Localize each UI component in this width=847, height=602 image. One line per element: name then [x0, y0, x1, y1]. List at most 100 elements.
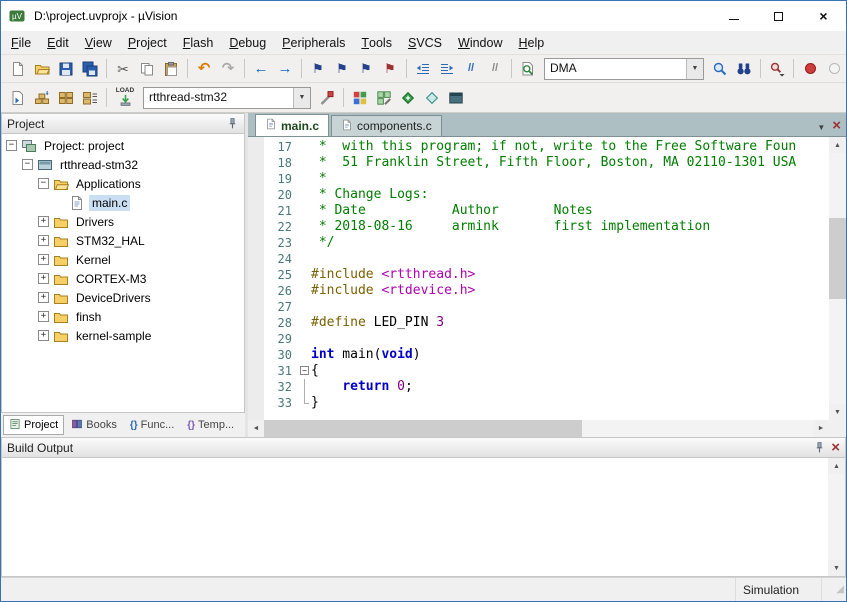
bookmark-clear-icon[interactable]: ⚑: [378, 57, 402, 81]
tree-item-kernel[interactable]: +Kernel: [2, 250, 244, 269]
manage-items-icon[interactable]: [348, 86, 372, 110]
menu-svcs[interactable]: SVCS: [400, 31, 450, 54]
menu-tools[interactable]: Tools: [353, 31, 400, 54]
bookmark-icon[interactable]: ⚑: [306, 57, 330, 81]
scroll-left-arrow[interactable]: ◄: [248, 420, 264, 437]
menu-flash[interactable]: Flash: [175, 31, 222, 54]
redo-icon[interactable]: ↷: [216, 57, 240, 81]
search-combo-dropdown-button[interactable]: ▼: [686, 59, 703, 79]
rebuild-icon[interactable]: [54, 86, 78, 110]
collapse-icon[interactable]: −: [6, 140, 17, 151]
menu-file[interactable]: File: [3, 31, 39, 54]
manage-rte-icon[interactable]: [396, 86, 420, 110]
options-target-icon[interactable]: [315, 86, 339, 110]
tab-main-c[interactable]: main.c: [255, 114, 329, 136]
code-editor[interactable]: 17 * with this program; if not, write to…: [248, 137, 829, 420]
scroll-down-arrow[interactable]: ▼: [829, 404, 846, 420]
translate-icon[interactable]: [6, 86, 30, 110]
chevron-down-icon[interactable]: ▼: [817, 117, 825, 135]
tree-item-devicedrivers[interactable]: +DeviceDrivers: [2, 288, 244, 307]
editor-horizontal-scrollbar[interactable]: ◄ ►: [248, 420, 829, 437]
vertical-scroll-thumb[interactable]: [829, 218, 846, 298]
expand-icon[interactable]: +: [38, 311, 49, 322]
menu-project[interactable]: Project: [120, 31, 175, 54]
build-icon[interactable]: [30, 86, 54, 110]
pin-icon[interactable]: [813, 441, 826, 454]
indent-icon[interactable]: [435, 57, 459, 81]
panel-tab-books[interactable]: Books: [65, 415, 123, 435]
bookmark-prev-icon[interactable]: ⚑: [330, 57, 354, 81]
maximize-button[interactable]: [756, 1, 801, 31]
cut-icon[interactable]: ✂: [111, 57, 135, 81]
horizontal-scroll-track[interactable]: [264, 420, 813, 437]
open-file-icon[interactable]: [30, 57, 54, 81]
collapse-icon[interactable]: −: [22, 159, 33, 170]
scroll-up-arrow[interactable]: ▲: [828, 458, 845, 474]
tree-item-finsh[interactable]: +finsh: [2, 307, 244, 326]
tab-components-c[interactable]: components.c: [331, 115, 442, 136]
target-combo-dropdown-button[interactable]: ▼: [293, 88, 310, 108]
editor-close-icon[interactable]: ×: [832, 117, 841, 135]
menu-peripherals[interactable]: Peripherals: [274, 31, 353, 54]
menu-edit[interactable]: Edit: [39, 31, 77, 54]
expand-icon[interactable]: +: [38, 273, 49, 284]
expand-icon[interactable]: +: [38, 235, 49, 246]
tree-item-project-project[interactable]: −Project: project: [2, 136, 244, 155]
comment-icon[interactable]: //: [459, 57, 483, 81]
build-output-scroll-track[interactable]: [828, 474, 845, 560]
menu-window[interactable]: Window: [450, 31, 510, 54]
editor-vertical-scrollbar[interactable]: ▲ ▼: [829, 137, 846, 420]
scroll-up-arrow[interactable]: ▲: [829, 137, 846, 153]
save-all-icon[interactable]: [78, 57, 102, 81]
bookmark-next-icon[interactable]: ⚑: [354, 57, 378, 81]
menu-view[interactable]: View: [77, 31, 120, 54]
expand-icon[interactable]: +: [38, 254, 49, 265]
resize-grip[interactable]: ◢: [822, 578, 846, 601]
fold-margin[interactable]: −: [298, 363, 311, 379]
find-icon[interactable]: [732, 57, 756, 81]
menu-help[interactable]: Help: [511, 31, 553, 54]
panel-tab-func[interactable]: {}Func...: [124, 415, 180, 435]
save-icon[interactable]: [54, 57, 78, 81]
expand-icon[interactable]: +: [38, 292, 49, 303]
target-combo[interactable]: rtthread-stm32▼: [143, 87, 311, 109]
close-button[interactable]: ×: [801, 1, 846, 31]
menu-debug[interactable]: Debug: [221, 31, 274, 54]
tree-item-main-c[interactable]: main.c: [2, 193, 244, 212]
tree-item-applications[interactable]: −Applications: [2, 174, 244, 193]
find-next-icon[interactable]: [708, 57, 732, 81]
tree-item-stm32-hal[interactable]: +STM32_HAL: [2, 231, 244, 250]
pin-icon[interactable]: [226, 117, 239, 130]
file-extensions-icon[interactable]: [372, 86, 396, 110]
tree-item-cortex-m3[interactable]: +CORTEX-M3: [2, 269, 244, 288]
breakpoint-icon[interactable]: [798, 57, 822, 81]
unindent-icon[interactable]: [411, 57, 435, 81]
panel-tab-project[interactable]: Project: [3, 415, 64, 435]
vertical-scroll-track[interactable]: [829, 153, 846, 404]
nav-forward-icon[interactable]: →: [273, 57, 297, 81]
undo-icon[interactable]: ↶: [192, 57, 216, 81]
build-output-content[interactable]: [2, 458, 828, 576]
load-icon[interactable]: LOAD: [111, 86, 139, 110]
expand-icon[interactable]: +: [38, 216, 49, 227]
pack-installer-icon[interactable]: [420, 86, 444, 110]
horizontal-scroll-thumb[interactable]: [264, 420, 582, 437]
collapse-icon[interactable]: −: [38, 178, 49, 189]
find-in-files-icon[interactable]: [516, 57, 540, 81]
panel-tab-temp[interactable]: {}Temp...: [181, 415, 240, 435]
minimize-button[interactable]: [711, 1, 756, 31]
tree-item-rtthread-stm32[interactable]: −rtthread-stm32: [2, 155, 244, 174]
copy-icon[interactable]: [135, 57, 159, 81]
expand-icon[interactable]: +: [38, 330, 49, 341]
uncomment-icon[interactable]: //: [483, 57, 507, 81]
breakpoint-disabled-icon[interactable]: [822, 57, 846, 81]
nav-back-icon[interactable]: ←: [249, 57, 273, 81]
tree-item-kernel-sample[interactable]: +kernel-sample: [2, 326, 244, 345]
build-output-scrollbar[interactable]: ▲ ▼: [828, 458, 845, 576]
build-output-close-icon[interactable]: ×: [831, 440, 840, 455]
new-file-icon[interactable]: [6, 57, 30, 81]
debug-windows-icon[interactable]: [444, 86, 468, 110]
scroll-right-arrow[interactable]: ►: [813, 420, 829, 437]
paste-icon[interactable]: [159, 57, 183, 81]
tree-item-drivers[interactable]: +Drivers: [2, 212, 244, 231]
